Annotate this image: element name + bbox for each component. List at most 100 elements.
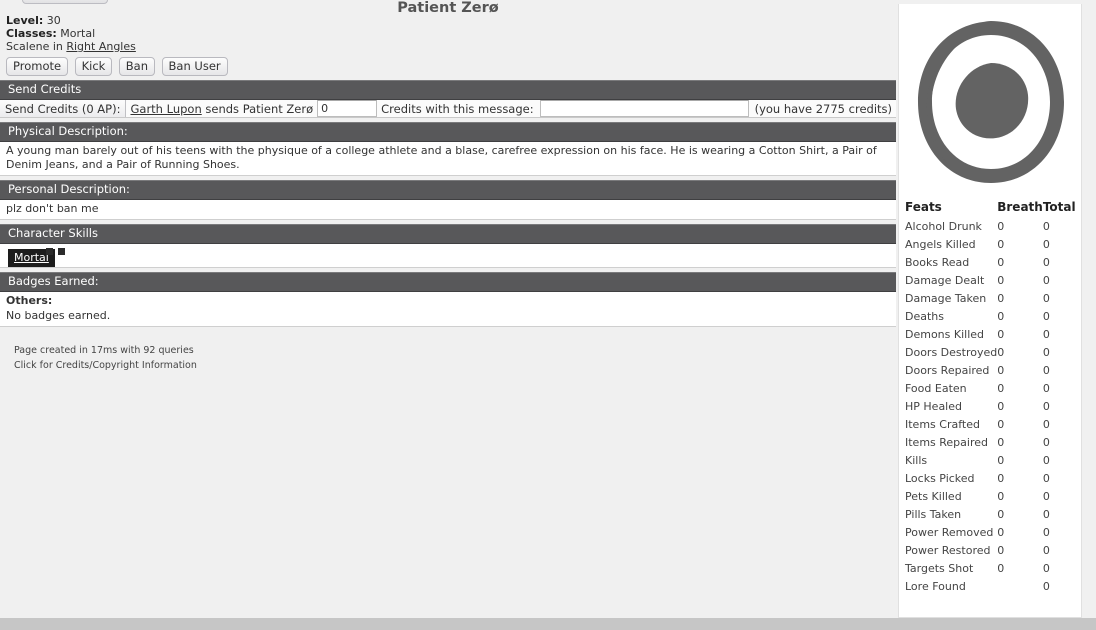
feat-breath-value: 0	[997, 382, 1005, 395]
feat-name: Deaths	[905, 310, 944, 323]
level-label: Level:	[6, 14, 44, 27]
personal-description-header: Personal Description:	[0, 180, 896, 200]
feat-total-value: 0	[1042, 490, 1050, 503]
feat-name: Lore Found	[905, 580, 966, 593]
feat-total-value: 0	[1042, 238, 1050, 251]
feat-name: Angels Killed	[905, 238, 976, 251]
feat-total-value: 0	[1042, 346, 1050, 359]
feats-col-name: Feats	[905, 200, 942, 214]
classes-value: Mortal	[60, 27, 96, 40]
credit-message-input[interactable]	[539, 100, 749, 117]
group-prefix: Scalene in	[6, 40, 63, 53]
feat-total-value: 0	[1042, 508, 1050, 521]
feat-name: Food Eaten	[905, 382, 967, 395]
feats-table-header-row: Feats Breath Total	[905, 200, 1076, 218]
ban-button[interactable]: Ban	[118, 57, 156, 76]
sends-text: sends Patient Zerø	[205, 102, 314, 116]
footer-credits-link[interactable]: Click for Credits/Copyright Information	[14, 360, 197, 371]
feat-name: Locks Picked	[905, 472, 975, 485]
ban-user-button[interactable]: Ban User	[161, 57, 228, 76]
table-row: Items Crafted 0 0	[905, 416, 1076, 434]
feat-breath-value: 0	[997, 472, 1005, 485]
bottom-status-bar	[0, 618, 1096, 630]
table-row: Pills Taken 0 0	[905, 506, 1076, 524]
feat-total-value: 0	[1042, 526, 1050, 539]
feat-total-value: 0	[1042, 382, 1050, 395]
table-row: Demons Killed 0 0	[905, 326, 1076, 344]
feat-name: Targets Shot	[905, 562, 974, 575]
feat-total-value: 0	[1042, 310, 1050, 323]
feat-name: Doors Destroyed	[905, 346, 998, 359]
feat-name: Doors Repaired	[905, 364, 990, 377]
table-row: Power Removed 0 0	[905, 524, 1076, 542]
send-credits-button[interactable]: Send Credits (0 AP):	[0, 100, 127, 117]
skill-marker-square-1	[46, 248, 53, 255]
feat-breath-value: 0	[997, 310, 1005, 323]
table-row: Angels Killed 0 0	[905, 236, 1076, 254]
group-link[interactable]: Right Angles	[66, 40, 136, 53]
enso-circle-logo	[918, 21, 1064, 183]
sender-link[interactable]: Garth Lupon	[130, 102, 201, 116]
feat-breath-value: 0	[997, 454, 1005, 467]
feat-total-value: 0	[1042, 544, 1050, 557]
feat-name: Pets Killed	[905, 490, 962, 503]
table-row: Doors Destroyed 0 0	[905, 344, 1076, 362]
character-classes-line: Classes: Mortal	[0, 27, 896, 40]
feat-name: Demons Killed	[905, 328, 985, 341]
logo-container	[899, 4, 1083, 200]
feat-total-value: 0	[1042, 400, 1050, 413]
footer-page-created: Page created in 17ms with 92 queries	[14, 345, 194, 356]
feat-breath-value: 0	[997, 328, 1005, 341]
feat-breath-value: 0	[997, 346, 1005, 359]
feat-total-value: 0	[1042, 220, 1050, 233]
feat-breath-value: 0	[997, 562, 1005, 575]
feats-col-breath: Breath	[997, 200, 1043, 214]
feat-breath-value: 0	[997, 436, 1005, 449]
feat-total-value: 0	[1042, 580, 1050, 593]
character-level-line: Level: 30	[0, 14, 896, 27]
feat-total-value: 0	[1042, 436, 1050, 449]
feat-name: Items Crafted	[905, 418, 980, 431]
send-credits-row: Send Credits (0 AP): Garth Lupon sends P…	[0, 100, 896, 118]
feat-name: Damage Dealt	[905, 274, 985, 287]
table-row: Pets Killed 0 0	[905, 488, 1076, 506]
badges-others-label-row: Others:	[0, 292, 896, 309]
table-row: Kills 0 0	[905, 452, 1076, 470]
feat-total-value: 0	[1042, 328, 1050, 341]
kick-button[interactable]: Kick	[74, 57, 113, 76]
page-footer: Page created in 17ms with 92 queries Cli…	[0, 327, 896, 373]
character-skills-body: Mortal	[0, 244, 896, 268]
feat-total-value: 0	[1042, 256, 1050, 269]
character-group-line: Scalene in Right Angles	[0, 40, 896, 53]
feat-name: Items Repaired	[905, 436, 988, 449]
credit-balance-text: (you have 2775 credits)	[754, 102, 892, 116]
feat-name: Alcohol Drunk	[905, 220, 982, 233]
table-row: Deaths 0 0	[905, 308, 1076, 326]
table-row: Items Repaired 0 0	[905, 434, 1076, 452]
feat-total-value: 0	[1042, 562, 1050, 575]
feat-breath-value: 0	[997, 256, 1005, 269]
table-row: Alcohol Drunk 0 0	[905, 218, 1076, 236]
feats-stats-panel: Feats Breath Total Alcohol Drunk 0 0 Angels…	[899, 200, 1081, 596]
credit-amount-input[interactable]	[317, 100, 378, 117]
feat-name: Power Restored	[905, 544, 991, 557]
feats-table-body: Alcohol Drunk 0 0 Angels Killed 0 0 Books Read…	[905, 218, 1076, 596]
feat-breath-value: 0	[997, 220, 1005, 233]
main-content-column: Level: 30 Classes: Mortal Scalene in Rig…	[0, 14, 896, 373]
level-value: 30	[46, 14, 61, 27]
table-row: Targets Shot 0 0	[905, 560, 1076, 578]
feats-table: Feats Breath Total Alcohol Drunk 0 0 Angels…	[905, 200, 1076, 596]
feat-name: Pills Taken	[905, 508, 962, 521]
feat-breath-value: 0	[997, 544, 1005, 557]
feat-breath-value: 0	[997, 364, 1005, 377]
table-row: Food Eaten 0 0	[905, 380, 1076, 398]
feat-breath-value: 0	[997, 400, 1005, 413]
feat-breath-value: 0	[997, 238, 1005, 251]
promote-button[interactable]: Promote	[6, 57, 69, 76]
physical-description-header: Physical Description:	[0, 122, 896, 142]
table-row: HP Healed 0 0	[905, 398, 1076, 416]
feat-name: Damage Taken	[905, 292, 987, 305]
table-row: Damage Taken 0 0	[905, 290, 1076, 308]
send-credits-header: Send Credits	[0, 80, 896, 100]
feat-breath-value: 0	[997, 508, 1005, 521]
